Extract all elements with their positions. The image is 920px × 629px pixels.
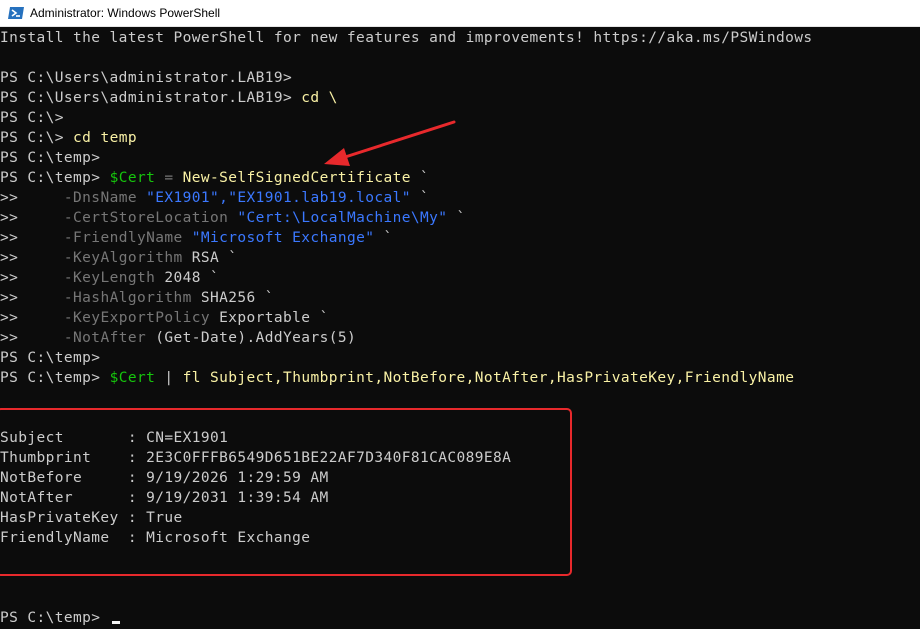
annotation-arrow-icon [324,120,456,166]
